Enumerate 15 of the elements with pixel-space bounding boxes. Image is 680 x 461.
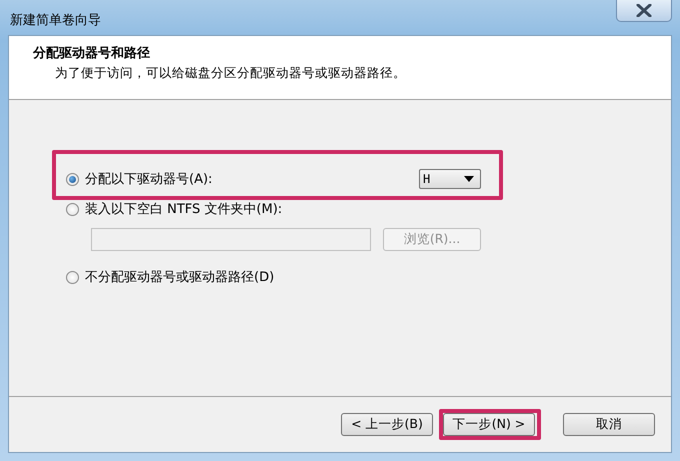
option-label[interactable]: 不分配驱动器号或驱动器路径(D) — [85, 268, 274, 286]
page-description: 为了便于访问，可以给磁盘分区分配驱动器号或驱动器路径。 — [54, 65, 407, 82]
close-button[interactable] — [616, 0, 672, 22]
radio-button[interactable] — [66, 172, 79, 186]
page-title: 分配驱动器号和路径 — [33, 45, 151, 62]
close-icon — [636, 4, 652, 17]
radio-button[interactable] — [66, 202, 79, 216]
radio-button[interactable] — [66, 270, 79, 284]
wizard-button[interactable]: < 上一步(B) — [341, 413, 433, 436]
window-title: 新建简单卷向导 — [9, 12, 101, 28]
option-label[interactable]: 装入以下空白 NTFS 文件夹中(M): — [85, 200, 282, 218]
drive-letter-dropdown[interactable]: H — [419, 169, 481, 189]
dropdown-arrow-icon — [464, 176, 474, 182]
option-label[interactable]: 分配以下驱动器号(A): — [85, 170, 212, 188]
wizard-button[interactable]: 取消 — [563, 413, 655, 436]
